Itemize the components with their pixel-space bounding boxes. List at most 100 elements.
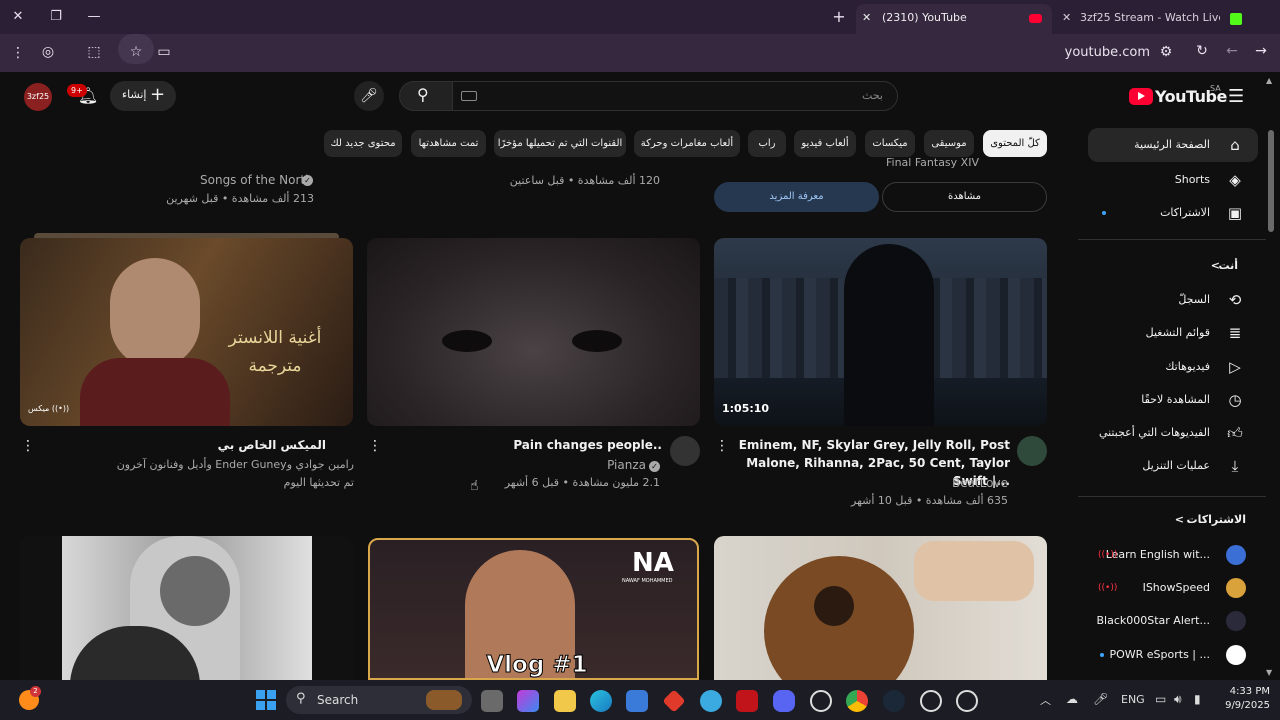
create-button[interactable]: إنشاء + [110, 81, 176, 111]
sidebar-item-liked-videos[interactable]: الفيديوهات التي أعجبتني 👍︎ [1088, 416, 1258, 450]
channel-name[interactable]: Songs of the North [200, 173, 313, 187]
chrome-icon[interactable] [846, 690, 868, 712]
sidebar-item-playlists[interactable]: قوائم التشغيل ≣ [1088, 316, 1258, 350]
app-icon[interactable] [956, 690, 978, 712]
sidebar-sub-item[interactable]: IShowSpeed ((•)) [1088, 573, 1258, 603]
bookmark-star-icon[interactable]: ☆ [126, 44, 146, 60]
learn-more-button[interactable]: معرفة المزيد [714, 182, 879, 212]
video-title[interactable]: Pain changes people.. [420, 436, 662, 454]
more-options-icon[interactable]: ⋮ [21, 438, 35, 454]
url-text[interactable]: youtube.com [1050, 45, 1150, 60]
sidebar-item-watch-later[interactable]: المشاهدة لاحقًا ◷ [1088, 383, 1258, 417]
clock-time[interactable]: 4:33 PM [1214, 686, 1270, 697]
close-window-icon[interactable]: ✕ [8, 8, 28, 26]
restore-window-icon[interactable]: ❐ [46, 8, 66, 26]
video-thumbnail[interactable] [20, 536, 353, 680]
chip-watched[interactable]: تمت مشاهدتها [411, 130, 486, 157]
tab-kick[interactable]: ✕ 3zf25 Stream - Watch Live on K [1056, 4, 1250, 34]
sidebar-item-downloads[interactable]: عمليات التنزيل ⤓ [1088, 449, 1258, 483]
taskbar-search[interactable]: ⚲ Search [286, 686, 472, 714]
scroll-up-icon[interactable]: ▲ [1266, 76, 1272, 85]
battery-icon[interactable]: ▮ [1194, 692, 1201, 706]
steam-icon[interactable] [883, 690, 905, 712]
new-tab-button[interactable]: + [829, 8, 849, 26]
volume-icon[interactable]: 🔊︎ [1174, 692, 1182, 707]
settings-gear-icon[interactable] [810, 690, 832, 712]
app-icon[interactable] [700, 690, 722, 712]
voice-search-icon[interactable]: 🎤︎ [354, 81, 384, 111]
chip-new-to-you[interactable]: محتوى جديد لك [324, 130, 402, 157]
back-icon[interactable]: → [1251, 43, 1271, 59]
more-options-icon[interactable]: ⋮ [715, 438, 729, 454]
video-title[interactable]: الميكس الخاص بي [200, 436, 326, 454]
search-input[interactable]: بحث [452, 81, 898, 111]
clock-date[interactable]: 9/9/2025 [1214, 700, 1270, 711]
video-thumbnail[interactable]: 1:05:10 [714, 238, 1047, 426]
sidebar-subscriptions-header[interactable]: الاشتراكات < [1088, 503, 1258, 537]
chip-action-adventure[interactable]: ألعاب مغامرات وحركة [634, 130, 740, 157]
extensions-icon[interactable]: ⬚ [84, 44, 104, 60]
chip-music[interactable]: موسيقى [924, 130, 974, 157]
chip-all[interactable]: كلّ المحتوى [983, 130, 1047, 157]
mcafee-icon[interactable] [736, 690, 758, 712]
hamburger-menu-icon[interactable]: ☰ [1228, 86, 1244, 107]
scroll-down-icon[interactable]: ▼ [1266, 668, 1272, 677]
sidebar-you-header[interactable]: أنت < [1088, 249, 1258, 283]
file-explorer-icon[interactable] [554, 690, 576, 712]
edge-icon[interactable] [590, 690, 612, 712]
channel-avatar[interactable] [670, 436, 700, 466]
start-button-icon[interactable] [256, 690, 276, 710]
search-button[interactable]: ⚲ [399, 81, 453, 111]
close-icon[interactable]: ✕ [862, 4, 871, 32]
chip-rap[interactable]: راب [748, 130, 786, 157]
mix-icon: ((•)) [51, 404, 70, 413]
channel-name[interactable]: رامين جوادي وEnder Guney وأديل وفنانون آ… [110, 458, 354, 471]
language-indicator[interactable]: ENG [1121, 693, 1145, 706]
reading-mode-icon[interactable]: ▭ [154, 44, 174, 60]
chip-video-games[interactable]: ألعاب فيديو [794, 130, 856, 157]
chevron-up-icon[interactable]: ︿ [1040, 692, 1051, 708]
watch-button[interactable]: مشاهدة [882, 182, 1047, 212]
sidebar-item-history[interactable]: السجلّ ⟲ [1088, 283, 1258, 317]
network-icon[interactable]: ▭ [1155, 692, 1166, 706]
reload-icon[interactable]: ↻ [1192, 43, 1212, 59]
sidebar-sub-item[interactable]: Learn English wit... ((•)) [1088, 540, 1258, 570]
sidebar-item-shorts[interactable]: Shorts ◈ [1088, 163, 1258, 197]
channel-avatar [1226, 611, 1246, 631]
sidebar-item-subscriptions[interactable]: الاشتراكات ▣ [1088, 196, 1258, 230]
minimize-window-icon[interactable]: — [84, 8, 104, 26]
video-thumbnail[interactable] [714, 536, 1047, 680]
keyboard-icon[interactable] [461, 91, 477, 101]
chip-recently-uploaded[interactable]: القنوات التي تم تحميلها مؤخرًا [494, 130, 626, 157]
video-thumbnail[interactable] [367, 238, 700, 426]
channel-avatar[interactable] [1017, 436, 1047, 466]
tab-youtube[interactable]: ✕ (2310) YouTube [856, 4, 1052, 34]
discord-icon[interactable] [773, 690, 795, 712]
youtube-logo-icon[interactable] [1129, 88, 1153, 105]
settings-gear-icon[interactable] [920, 690, 942, 712]
close-icon[interactable]: ✕ [1062, 4, 1071, 32]
video-thumbnail[interactable]: أغنية اللانستر مترجمة ميكس ((•)) [20, 238, 353, 426]
menu-dots-icon[interactable]: ⋮ [10, 45, 26, 61]
subscriptions-icon: ▣ [1227, 204, 1243, 222]
microphone-icon[interactable]: 🎤︎ [1093, 692, 1108, 706]
video-thumbnail[interactable]: Vlog #1 NA NAWAF MOHAMMED [368, 538, 699, 680]
profile-icon[interactable]: ◎ [38, 44, 58, 60]
site-settings-icon[interactable]: ⚙ [1156, 44, 1176, 60]
chip-mixes[interactable]: ميكسات [865, 130, 915, 157]
sidebar-scrollbar[interactable] [1268, 130, 1274, 232]
sidebar-item-home[interactable]: الصفحة الرئيسية ⌂ [1088, 128, 1258, 162]
avatar[interactable]: 3zf25 [24, 83, 52, 111]
sidebar-sub-item[interactable]: POWR eSports | ... [1088, 640, 1258, 670]
forward-icon[interactable]: ← [1222, 43, 1242, 59]
channel-name[interactable]: BeatLove [900, 476, 1008, 490]
task-view-icon[interactable] [481, 690, 503, 712]
video-meta: 120 ألف مشاهدة • قبل ساعتين [509, 174, 660, 187]
channel-name[interactable]: Pianza [560, 458, 646, 472]
copilot-icon[interactable] [517, 690, 539, 712]
more-options-icon[interactable]: ⋮ [368, 438, 382, 454]
sidebar-sub-item[interactable]: Black000Star Alert... [1088, 606, 1258, 636]
store-icon[interactable] [626, 690, 648, 712]
sidebar-item-your-videos[interactable]: فيديوهاتك ▷ [1088, 350, 1258, 384]
onedrive-icon[interactable]: ☁ [1066, 692, 1078, 706]
